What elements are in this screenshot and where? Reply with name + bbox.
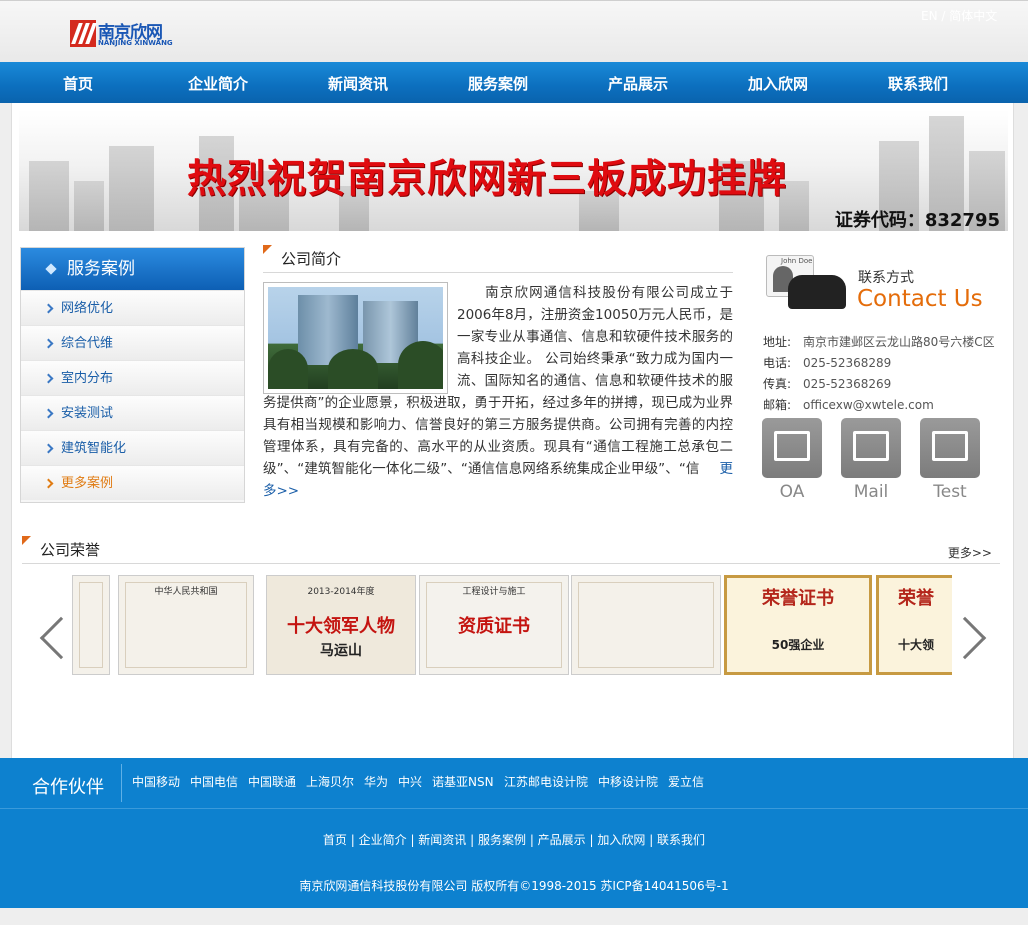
- partners-bar: 合作伙伴 中国移动 中国电信 中国联通 上海贝尔 华为 中兴 诺基亚NSN 江苏…: [0, 758, 1028, 808]
- footer-link-home[interactable]: 首页: [323, 833, 347, 847]
- contact-us-graphic: John Doe 联系方式 Contact Us: [762, 249, 983, 325]
- nav-join[interactable]: 加入欣网: [728, 62, 828, 103]
- honor-certificate[interactable]: [72, 575, 110, 675]
- nav-contact[interactable]: 联系我们: [868, 62, 968, 103]
- honor-certificate[interactable]: [571, 575, 721, 675]
- arrow-right-icon: [43, 478, 54, 489]
- diamond-icon: [45, 263, 57, 275]
- contact-email: 邮箱: officexw@xwtele.com: [763, 398, 934, 412]
- site-header: 南京欣网 NANJING XINWANG EN / 简体中文: [0, 0, 1028, 62]
- partner-link[interactable]: 中国移动: [132, 773, 180, 790]
- contact-label: 联系方式: [858, 270, 914, 286]
- partner-link[interactable]: 中移设计院: [598, 773, 658, 790]
- nav-news[interactable]: 新闻资讯: [308, 62, 408, 103]
- sidebar-item-maintenance[interactable]: 综合代维: [21, 325, 244, 360]
- carousel-prev-button[interactable]: [32, 613, 83, 663]
- honor-certificate[interactable]: 中华人民共和国: [118, 575, 254, 675]
- banner-title: 热烈祝贺南京欣网新三板成功挂牌: [187, 156, 788, 202]
- carousel-next-button[interactable]: [943, 613, 994, 663]
- copyright: 南京欣网通信科技股份有限公司 版权所有©1998-2015 苏ICP备14041…: [299, 879, 729, 893]
- content-panel: 热烈祝贺南京欣网新三板成功挂牌 证券代码：832795 服务案例 网络优化 综合…: [11, 103, 1014, 758]
- partner-link[interactable]: 爱立信: [668, 773, 704, 790]
- nav-about[interactable]: 企业简介: [168, 62, 268, 103]
- partners-title: 合作伙伴: [32, 777, 104, 798]
- honor-certificate[interactable]: 荣誉证书 50强企业: [724, 575, 872, 675]
- sidebar-item-network-optimization[interactable]: 网络优化: [21, 290, 244, 325]
- arrow-right-icon: [43, 338, 54, 349]
- main-nav: 首页 企业简介 新闻资讯 服务案例 产品展示 加入欣网 联系我们: [0, 62, 1028, 103]
- honors-header: 公司荣誉 更多>>: [22, 536, 1000, 564]
- arrow-right-icon: [43, 408, 54, 419]
- site-logo[interactable]: 南京欣网 NANJING XINWANG: [70, 20, 173, 48]
- corner-marker-icon: [22, 536, 31, 545]
- partner-link[interactable]: 上海贝尔: [306, 773, 354, 790]
- partner-link[interactable]: 华为: [364, 773, 388, 790]
- monitor-icon: [932, 431, 968, 461]
- sidebar-item-indoor-distribution[interactable]: 室内分布: [21, 360, 244, 395]
- footer-link-about[interactable]: 企业简介: [359, 833, 407, 847]
- site-footer: 首页 | 企业简介 | 新闻资讯 | 服务案例 | 产品展示 | 加入欣网 | …: [0, 808, 1028, 908]
- contact-fax: 传真: 025-52368269: [763, 377, 892, 391]
- sidebar-item-installation-testing[interactable]: 安装测试: [21, 395, 244, 430]
- test-button[interactable]: Test: [920, 418, 980, 502]
- footer-link-join[interactable]: 加入欣网: [597, 833, 645, 847]
- stock-code: 证券代码：832795: [834, 210, 1000, 231]
- contact-label-en: Contact Us: [857, 286, 983, 312]
- mail-button[interactable]: Mail: [841, 418, 901, 502]
- partner-link[interactable]: 中国联通: [248, 773, 296, 790]
- oa-button[interactable]: OA: [762, 418, 822, 502]
- contact-info: 地址: 南京市建邺区云龙山路80号六楼C区 电话: 025-52368289 传真:…: [763, 332, 1013, 416]
- partner-link[interactable]: 江苏邮电设计院: [504, 773, 588, 790]
- honor-certificate[interactable]: 2013-2014年度 十大领军人物 马运山: [266, 575, 416, 675]
- partner-link[interactable]: 中国电信: [190, 773, 238, 790]
- cursor-window-icon: [774, 431, 810, 461]
- sidebar-item-building-intelligence[interactable]: 建筑智能化: [21, 430, 244, 465]
- telephone-icon: [788, 275, 846, 309]
- nav-cases[interactable]: 服务案例: [448, 62, 548, 103]
- honors-more-link[interactable]: 更多>>: [948, 544, 992, 561]
- about-header: 公司简介: [263, 245, 733, 273]
- company-building-photo: [263, 282, 448, 394]
- sidebar-title: 服务案例: [21, 248, 244, 290]
- nav-home[interactable]: 首页: [28, 62, 128, 103]
- about-title: 公司简介: [281, 250, 342, 268]
- hero-banner[interactable]: 热烈祝贺南京欣网新三板成功挂牌 证券代码：832795: [19, 110, 1008, 231]
- footer-link-contact[interactable]: 联系我们: [657, 833, 705, 847]
- footer-link-products[interactable]: 产品展示: [538, 833, 586, 847]
- footer-link-news[interactable]: 新闻资讯: [418, 833, 466, 847]
- arrow-right-icon: [43, 373, 54, 384]
- contact-phone: 电话: 025-52368289: [763, 356, 892, 370]
- corner-marker-icon: [263, 245, 272, 254]
- arrow-right-icon: [43, 303, 54, 314]
- partner-link[interactable]: 诺基亚NSN: [432, 773, 494, 790]
- honors-carousel: 中华人民共和国 2013-2014年度 十大领军人物 马运山 工程设计与施工 资质证书…: [72, 575, 952, 679]
- honors-title: 公司荣誉: [40, 541, 101, 559]
- logo-mark-icon: [70, 20, 97, 47]
- logo-subtext: NANJING XINWANG: [98, 39, 173, 47]
- honor-certificate[interactable]: 荣誉 十大领: [876, 575, 952, 675]
- footer-links: 首页 | 企业简介 | 新闻资讯 | 服务案例 | 产品展示 | 加入欣网 | …: [322, 833, 706, 847]
- divider: [121, 764, 122, 802]
- service-cases-sidebar: 服务案例 网络优化 综合代维 室内分布 安装测试 建筑智能化 更多案例: [20, 247, 245, 503]
- language-switch[interactable]: EN / 简体中文: [921, 7, 997, 24]
- arrow-right-icon: [43, 443, 54, 454]
- footer-link-cases[interactable]: 服务案例: [478, 833, 526, 847]
- partner-link[interactable]: 中兴: [398, 773, 422, 790]
- contact-address: 地址: 南京市建邺区云龙山路80号六楼C区: [763, 335, 995, 349]
- mail-icon: [853, 431, 889, 461]
- sidebar-more-cases[interactable]: 更多案例: [21, 465, 244, 500]
- honor-certificate[interactable]: 工程设计与施工 资质证书: [419, 575, 569, 675]
- nav-products[interactable]: 产品展示: [588, 62, 688, 103]
